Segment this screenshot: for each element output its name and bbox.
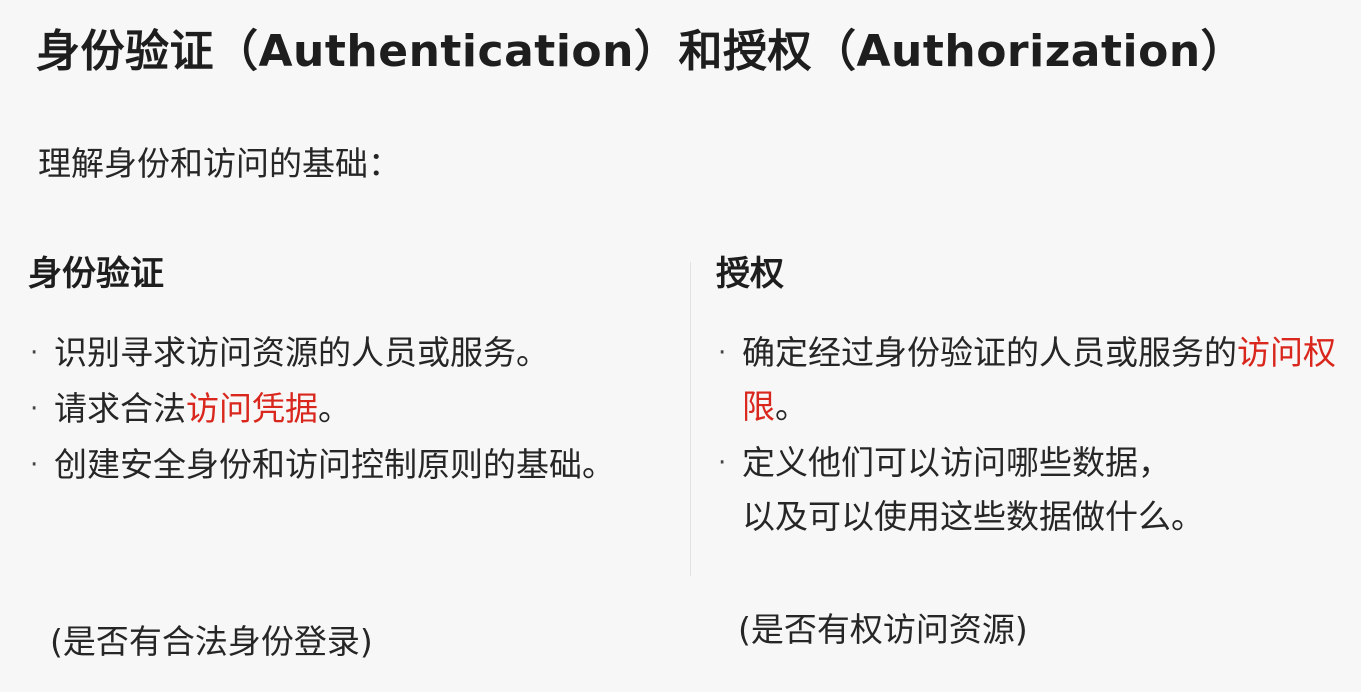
column-divider	[690, 262, 691, 576]
bullet-text: 定义他们可以访问哪些数据，	[742, 443, 1171, 482]
authentication-heading: 身份验证	[28, 254, 164, 294]
intro-text: 理解身份和访问的基础：	[38, 144, 401, 183]
slide-title: 身份验证（Authentication）和授权（Authorization）	[36, 26, 1246, 77]
authorization-bullet: · 确定经过身份验证的人员或服务的访问权限。	[716, 326, 1346, 434]
authorization-column: 授权 · 确定经过身份验证的人员或服务的访问权限。 · 定义他们可以访问哪些数据，以…	[716, 246, 1346, 546]
authentication-column: 身份验证 · 识别寻求访问资源的人员或服务。 · 请求合法访问凭据。 · 创建安全身份…	[28, 246, 668, 494]
authentication-bullet: · 创建安全身份和访问控制原则的基础。	[28, 438, 668, 492]
bullet-mark: ·	[30, 450, 39, 480]
bullet-mark: ·	[718, 338, 727, 368]
bullet-text: 识别寻求访问资源的人员或服务。	[54, 333, 549, 372]
authorization-bullet: · 定义他们可以访问哪些数据， 以及可以使用这些数据做什么。	[716, 436, 1346, 544]
bullet-text: 创建安全身份和访问控制原则的基础。	[54, 445, 615, 484]
authentication-bullet: · 请求合法访问凭据。	[28, 382, 668, 436]
authorization-heading: 授权	[716, 254, 784, 294]
bullet-text-end: 。	[318, 389, 351, 428]
authorization-note: (是否有权访问资源)	[738, 610, 1028, 649]
bullet-mark: ·	[718, 448, 727, 478]
authorization-bullet-list: · 确定经过身份验证的人员或服务的访问权限。 · 定义他们可以访问哪些数据， 以及可以…	[716, 326, 1346, 544]
bullet-mark: ·	[30, 338, 39, 368]
bullet-text-line2: 以及可以使用这些数据做什么。	[742, 497, 1204, 536]
authentication-note: (是否有合法身份登录)	[50, 622, 373, 661]
bullet-text: 确定经过身份验证的人员或服务的	[742, 333, 1237, 372]
bullet-text-end: 。	[775, 387, 808, 426]
authentication-bullet-list: · 识别寻求访问资源的人员或服务。 · 请求合法访问凭据。 · 创建安全身份和访问控制…	[28, 326, 668, 492]
bullet-text: 请求合法	[54, 389, 186, 428]
authentication-bullet: · 识别寻求访问资源的人员或服务。	[28, 326, 668, 380]
bullet-mark: ·	[30, 394, 39, 424]
highlighted-term: 访问凭据	[186, 389, 318, 428]
